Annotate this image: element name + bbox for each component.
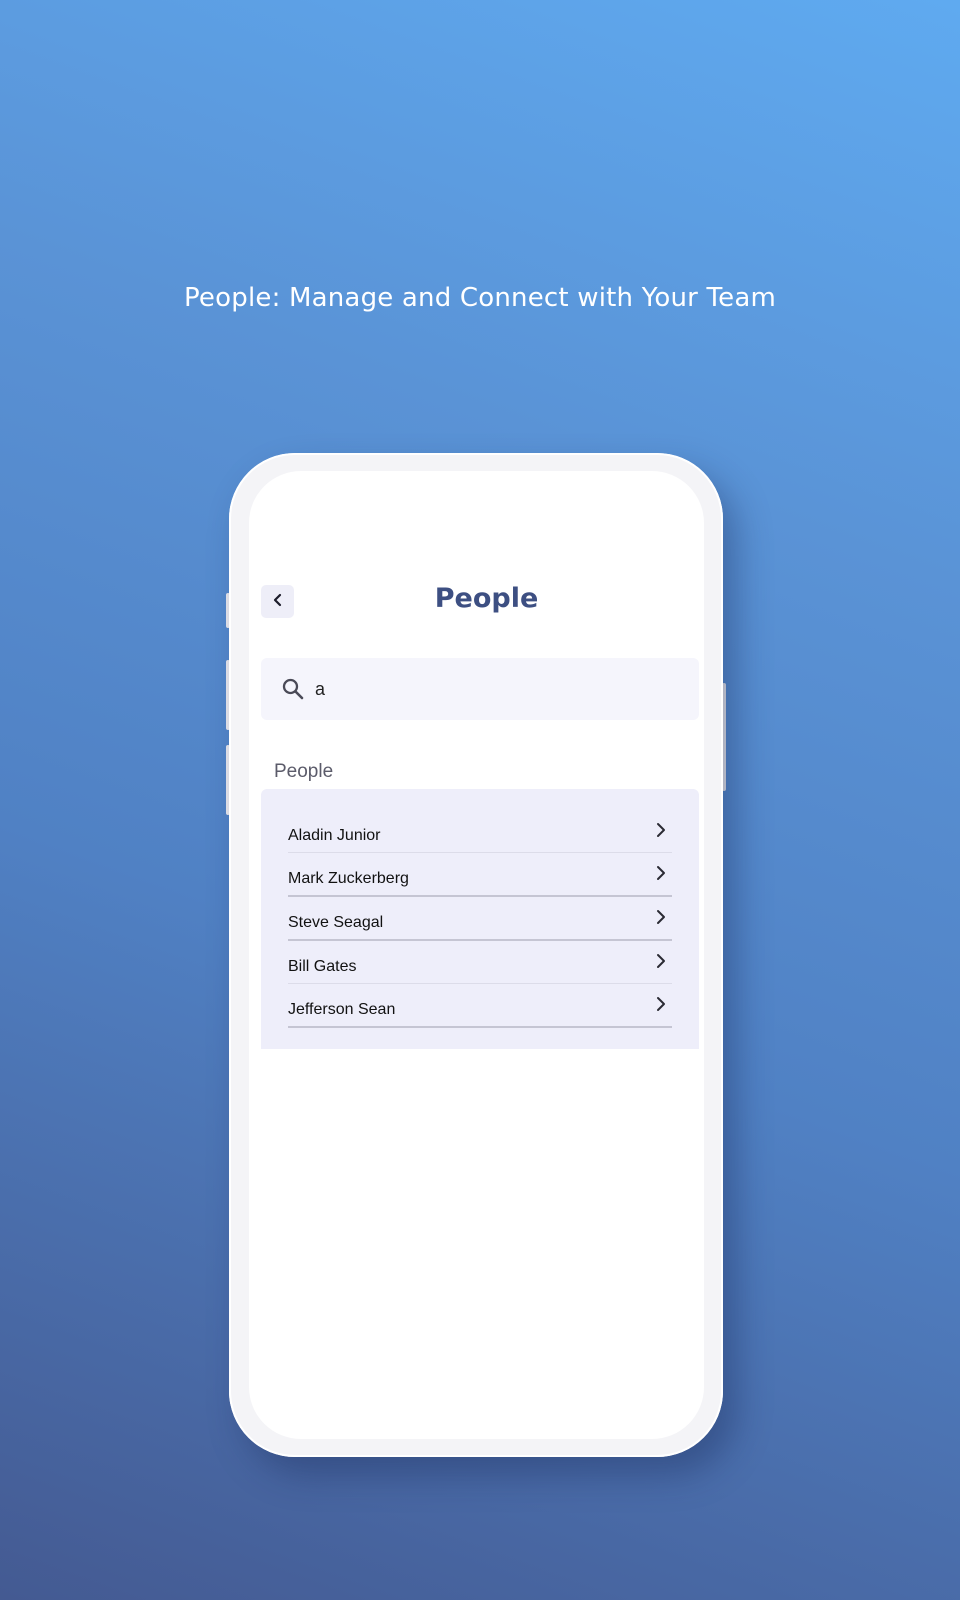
promo-headline: People: Manage and Connect with Your Tea… [183,283,776,313]
page-title: People [434,583,539,614]
person-name: Bill Gates [288,958,357,975]
chevron-right-icon [656,822,666,842]
person-name: Jefferson Sean [288,1001,396,1018]
search-input[interactable] [315,670,675,708]
list-item-person[interactable]: Mark Zuckerberg [288,852,672,897]
chevron-right-icon [656,909,666,929]
chevron-right-icon [656,996,666,1016]
list-item-person[interactable]: Jefferson Sean [288,983,672,1028]
chevron-right-icon [656,865,666,885]
search-icon [281,677,305,705]
list-item-person[interactable]: Aladin Junior [288,809,672,853]
search-bar[interactable] [261,658,699,720]
person-name: Mark Zuckerberg [288,870,409,887]
list-item-person[interactable]: Steve Seagal [288,896,672,941]
person-name: Aladin Junior [288,827,381,844]
section-label-people: People [274,761,334,782]
list-item-person[interactable]: Bill Gates [288,940,672,984]
chevron-right-icon [656,953,666,973]
people-list: Aladin Junior Mark Zuckerberg Steve Seag… [261,789,699,1049]
person-name: Steve Seagal [288,914,384,931]
phone-screen: People People Aladin Junior Mark Zuckerb… [249,471,704,1439]
